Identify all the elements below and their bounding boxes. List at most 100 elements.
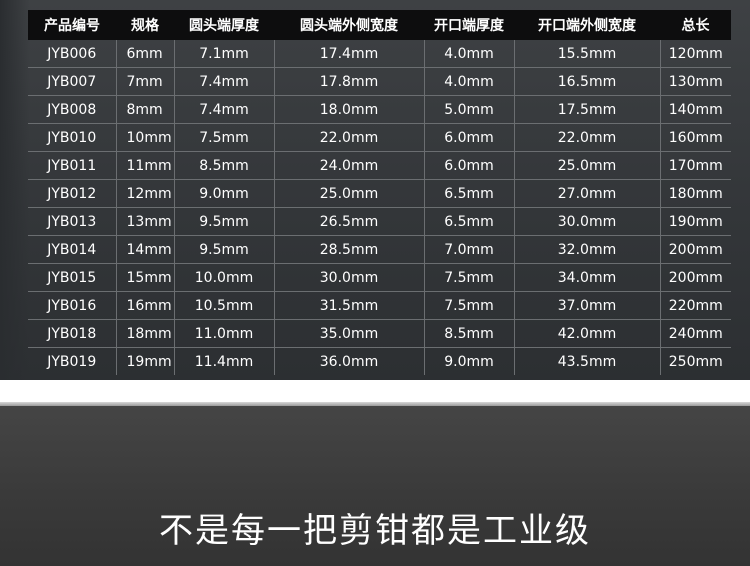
cell-open-end-outer-width: 37.0mm: [514, 291, 661, 320]
spec-panel: 产品编号 规格 圆头端厚度 圆头端外侧宽度 开口端厚度 开口端外侧宽度 总长 J…: [0, 0, 750, 380]
cell-round-end-outer-width: 30.0mm: [274, 263, 425, 292]
cell-open-end-outer-width: 34.0mm: [514, 263, 661, 292]
cell-round-end-thickness: 10.0mm: [174, 263, 275, 292]
header-total-length: 总长: [660, 10, 731, 40]
cell-round-end-outer-width: 22.0mm: [274, 123, 425, 152]
cell-product-code: JYB015: [28, 263, 117, 292]
cell-round-end-thickness: 9.5mm: [174, 207, 275, 236]
cell-open-end-outer-width: 15.5mm: [514, 40, 661, 68]
cell-open-end-thickness: 4.0mm: [424, 40, 515, 68]
cell-open-end-thickness: 6.5mm: [424, 179, 515, 208]
cell-total-length: 170mm: [660, 151, 731, 180]
cell-open-end-outer-width: 22.0mm: [514, 123, 661, 152]
header-product-code: 产品编号: [28, 10, 116, 40]
cell-spec: 13mm: [116, 207, 175, 236]
cell-spec: 12mm: [116, 179, 175, 208]
cell-spec: 11mm: [116, 151, 175, 180]
header-open-end-outer-width: 开口端外侧宽度: [514, 10, 660, 40]
cell-total-length: 160mm: [660, 123, 731, 152]
cell-product-code: JYB012: [28, 179, 117, 208]
cell-spec: 8mm: [116, 95, 175, 124]
table-row: JYB012 12mm 9.0mm 25.0mm 6.5mm 27.0mm 180mm: [28, 179, 731, 208]
cell-round-end-outer-width: 36.0mm: [274, 347, 425, 375]
cell-spec: 7mm: [116, 67, 175, 96]
spec-table: 产品编号 规格 圆头端厚度 圆头端外侧宽度 开口端厚度 开口端外侧宽度 总长 J…: [28, 10, 731, 375]
cell-open-end-thickness: 6.0mm: [424, 151, 515, 180]
cell-product-code: JYB013: [28, 207, 117, 236]
cell-spec: 6mm: [116, 40, 175, 68]
tagline-text: 不是每一把剪钳都是工业级: [159, 511, 591, 551]
cell-round-end-outer-width: 17.4mm: [274, 40, 425, 68]
cell-round-end-thickness: 9.0mm: [174, 179, 275, 208]
header-open-end-thickness: 开口端厚度: [424, 10, 514, 40]
table-row: JYB011 11mm 8.5mm 24.0mm 6.0mm 25.0mm 170mm: [28, 151, 731, 180]
cell-open-end-thickness: 6.5mm: [424, 207, 515, 236]
cell-total-length: 200mm: [660, 235, 731, 264]
cell-open-end-outer-width: 43.5mm: [514, 347, 661, 375]
table-row: JYB015 15mm 10.0mm 30.0mm 7.5mm 34.0mm 200mm: [28, 263, 731, 292]
cell-total-length: 240mm: [660, 319, 731, 348]
cell-total-length: 180mm: [660, 179, 731, 208]
cell-open-end-outer-width: 27.0mm: [514, 179, 661, 208]
cell-spec: 19mm: [116, 347, 175, 375]
cell-total-length: 140mm: [660, 95, 731, 124]
cell-open-end-outer-width: 42.0mm: [514, 319, 661, 348]
cell-round-end-outer-width: 17.8mm: [274, 67, 425, 96]
cell-total-length: 220mm: [660, 291, 731, 320]
cell-open-end-outer-width: 30.0mm: [514, 207, 661, 236]
cell-round-end-thickness: 11.4mm: [174, 347, 275, 375]
cell-total-length: 250mm: [660, 347, 731, 375]
table-row: JYB016 16mm 10.5mm 31.5mm 7.5mm 37.0mm 220mm: [28, 291, 731, 320]
cell-open-end-outer-width: 32.0mm: [514, 235, 661, 264]
cell-open-end-thickness: 4.0mm: [424, 67, 515, 96]
cell-product-code: JYB019: [28, 347, 117, 375]
cell-product-code: JYB011: [28, 151, 117, 180]
cell-open-end-thickness: 6.0mm: [424, 123, 515, 152]
cell-open-end-thickness: 9.0mm: [424, 347, 515, 375]
cell-round-end-thickness: 7.4mm: [174, 95, 275, 124]
cell-total-length: 190mm: [660, 207, 731, 236]
table-row: JYB019 19mm 11.4mm 36.0mm 9.0mm 43.5mm 250mm: [28, 347, 731, 375]
table-row: JYB008 8mm 7.4mm 18.0mm 5.0mm 17.5mm 140mm: [28, 95, 731, 124]
cell-round-end-thickness: 7.4mm: [174, 67, 275, 96]
cell-total-length: 200mm: [660, 263, 731, 292]
cell-open-end-thickness: 7.5mm: [424, 291, 515, 320]
cell-round-end-outer-width: 35.0mm: [274, 319, 425, 348]
cell-spec: 16mm: [116, 291, 175, 320]
panel-edge-shade: [0, 0, 30, 380]
cell-total-length: 120mm: [668, 45, 723, 62]
cell-round-end-thickness: 7.1mm: [174, 40, 275, 68]
header-round-end-thickness: 圆头端厚度: [174, 10, 274, 40]
cell-round-end-outer-width: 24.0mm: [274, 151, 425, 180]
cell-round-end-thickness: 9.5mm: [174, 235, 275, 264]
cell-round-end-outer-width: 28.5mm: [274, 235, 425, 264]
cell-open-end-thickness: 7.5mm: [424, 263, 515, 292]
cell-round-end-thickness: 10.5mm: [174, 291, 275, 320]
cell-spec: 14mm: [116, 235, 175, 264]
cell-open-end-thickness: 7.0mm: [424, 235, 515, 264]
cell-product-code: JYB008: [28, 95, 117, 124]
header-spec: 规格: [116, 10, 174, 40]
cell-round-end-thickness: 11.0mm: [174, 319, 275, 348]
cell-open-end-outer-width: 16.5mm: [514, 67, 661, 96]
table-body: JYB006 6mm 7.1mm 17.4mm 4.0mm 15.5mm 120mm JYB0…: [28, 40, 731, 375]
table-header-row: 产品编号 规格 圆头端厚度 圆头端外侧宽度 开口端厚度 开口端外侧宽度 总长: [28, 10, 731, 40]
cell-round-end-outer-width: 26.5mm: [274, 207, 425, 236]
table-row: JYB010 10mm 7.5mm 22.0mm 6.0mm 22.0mm 160mm: [28, 123, 731, 152]
cell-spec: 10mm: [116, 123, 175, 152]
tagline-panel: 不是每一把剪钳都是工业级: [0, 406, 750, 566]
cell-round-end-outer-width: 31.5mm: [274, 291, 425, 320]
cell-open-end-thickness: 5.0mm: [424, 95, 515, 124]
cell-round-end-outer-width: 25.0mm: [274, 179, 425, 208]
header-round-end-outer-width: 圆头端外侧宽度: [274, 10, 424, 40]
table-row: JYB013 13mm 9.5mm 26.5mm 6.5mm 30.0mm 190mm: [28, 207, 731, 236]
table-row: JYB014 14mm 9.5mm 28.5mm 7.0mm 32.0mm 200mm: [28, 235, 731, 264]
cell-product-code: JYB016: [28, 291, 117, 320]
cell-round-end-thickness: 8.5mm: [174, 151, 275, 180]
table-row: JYB007 7mm 7.4mm 17.8mm 4.0mm 16.5mm 130mm: [28, 67, 731, 96]
cell-product-code: JYB014: [28, 235, 117, 264]
cell-spec: 18mm: [116, 319, 175, 348]
cell-open-end-thickness: 8.5mm: [424, 319, 515, 348]
cell-product-code: JYB007: [28, 67, 117, 96]
cell-total-length: 130mm: [660, 67, 731, 96]
